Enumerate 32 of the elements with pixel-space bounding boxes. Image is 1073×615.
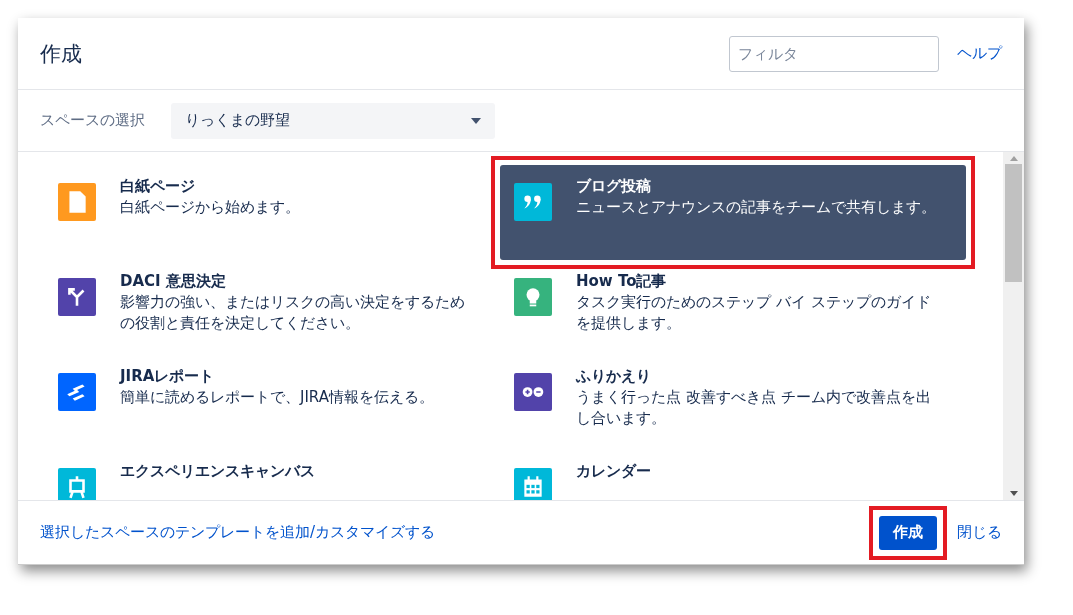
space-dropdown[interactable]: りっくまの野望 bbox=[171, 102, 495, 139]
template-item[interactable]: JIRAレポート 簡単に読めるレポートで、JIRA情報を伝える。 bbox=[44, 355, 482, 450]
customize-templates-link[interactable]: 選択したスペースのテンプレートを追加/カスタマイズする bbox=[40, 523, 436, 542]
template-description: うまく行った点 改善すべき点 チーム内で改善点を出し合います。 bbox=[576, 387, 932, 429]
template-title: DACI 意思決定 bbox=[120, 272, 227, 291]
template-description: 白紙ページから始めます。 bbox=[120, 197, 300, 218]
template-item[interactable]: ブログ投稿 ニュースとアナウンスの記事をチームで共有します。 bbox=[500, 165, 966, 260]
dialog-title: 作成 bbox=[40, 40, 83, 68]
template-title: How To記事 bbox=[576, 272, 668, 291]
close-link[interactable]: 閉じる bbox=[957, 523, 1002, 542]
caret-icon bbox=[471, 117, 481, 124]
space-label: スペースの選択 bbox=[40, 111, 145, 130]
template-title: 白紙ページ bbox=[120, 177, 196, 196]
template-item[interactable]: カレンダー bbox=[500, 450, 966, 500]
template-title: ブログ投稿 bbox=[576, 177, 652, 196]
template-item[interactable]: エクスペリエンスキャンバス bbox=[44, 450, 482, 500]
template-description: 簡単に読めるレポートで、JIRA情報を伝える。 bbox=[120, 387, 434, 408]
template-description: タスク実行のためのステップ バイ ステップのガイドを提供します。 bbox=[576, 292, 932, 334]
template-item[interactable]: DACI 意思決定 影響力の強い、またはリスクの高い決定をするための役割と責任を決定してください。 bbox=[44, 260, 482, 355]
filter-field[interactable]: フィルタ bbox=[729, 35, 939, 72]
create-button[interactable]: 作成 bbox=[879, 515, 937, 550]
template-title: JIRAレポート bbox=[120, 367, 216, 386]
template-item[interactable]: 白紙ページ 白紙ページから始めます。 bbox=[44, 165, 482, 260]
scrollbar[interactable] bbox=[1003, 152, 1024, 500]
template-item[interactable]: How To記事 タスク実行のためのステップ バイ ステップのガイドを提供します。 bbox=[500, 260, 966, 355]
template-description: 影響力の強い、またはリスクの高い決定をするための役割と責任を決定してください。 bbox=[120, 292, 466, 334]
template-title: ふりかえり bbox=[576, 367, 652, 386]
template-title: カレンダー bbox=[576, 462, 651, 481]
template-item[interactable]: ふりかえり うまく行った点 改善すべき点 チーム内で改善点を出し合います。 bbox=[500, 355, 966, 450]
help-link[interactable]: ヘルプ bbox=[957, 44, 1002, 63]
template-description: ニュースとアナウンスの記事をチームで共有します。 bbox=[576, 197, 936, 218]
template-title: エクスペリエンスキャンバス bbox=[120, 462, 315, 481]
